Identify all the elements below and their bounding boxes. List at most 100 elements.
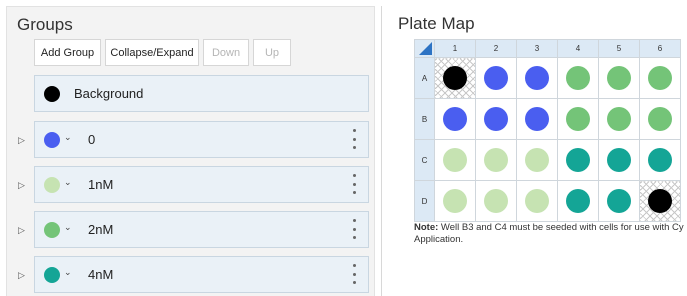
- row-header-D[interactable]: D: [414, 180, 435, 222]
- column-header-1[interactable]: 1: [434, 39, 476, 58]
- plate-map-title: Plate Map: [398, 14, 475, 33]
- group-label: 4nM: [88, 267, 114, 282]
- group-row[interactable]: ⌄ 2nM: [34, 211, 369, 248]
- well-dot: [484, 107, 508, 131]
- plate-note: Note: Well B3 and C4 must be seeded with…: [414, 222, 687, 246]
- column-header-4[interactable]: 4: [557, 39, 599, 58]
- well-dot: [525, 66, 549, 90]
- well-C3[interactable]: [516, 139, 558, 181]
- group-row[interactable]: ⌄ 0: [34, 121, 369, 158]
- well-B3[interactable]: [516, 98, 558, 140]
- chevron-down-icon[interactable]: ⌄: [64, 222, 74, 233]
- well-C2[interactable]: [475, 139, 517, 181]
- well-B4[interactable]: [557, 98, 599, 140]
- group-row[interactable]: ⌄ 1nM: [34, 166, 369, 203]
- well-dot: [525, 107, 549, 131]
- well-D4[interactable]: [557, 180, 599, 222]
- plate-map: 123456 ABCD: [414, 39, 687, 222]
- well-dot: [525, 189, 549, 213]
- up-button[interactable]: Up: [253, 39, 291, 66]
- well-dot: [648, 107, 672, 131]
- well-D1[interactable]: [434, 180, 476, 222]
- well-B6[interactable]: [639, 98, 681, 140]
- chevron-down-icon[interactable]: ⌄: [64, 177, 74, 188]
- column-header-5[interactable]: 5: [598, 39, 640, 58]
- select-all-icon: [419, 42, 432, 55]
- well-A4[interactable]: [557, 57, 599, 99]
- well-dot: [607, 148, 631, 172]
- well-dot: [648, 66, 672, 90]
- group-row[interactable]: ⌄ 4nM: [34, 256, 369, 293]
- plate-grid: 123456 ABCD: [414, 39, 681, 222]
- column-header-3[interactable]: 3: [516, 39, 558, 58]
- well-C1[interactable]: [434, 139, 476, 181]
- well-A6[interactable]: [639, 57, 681, 99]
- well-dot: [607, 107, 631, 131]
- well-dot: [607, 189, 631, 213]
- down-button[interactable]: Down: [203, 39, 249, 66]
- well-dot: [525, 148, 549, 172]
- well-C4[interactable]: [557, 139, 599, 181]
- note-label: Note:: [414, 222, 439, 233]
- chevron-down-icon[interactable]: ⌄: [64, 132, 74, 143]
- well-dot: [566, 189, 590, 213]
- well-dot: [443, 148, 467, 172]
- note-text-line2: Application.: [414, 234, 464, 245]
- well-A5[interactable]: [598, 57, 640, 99]
- row-header-C[interactable]: C: [414, 139, 435, 181]
- groups-panel: Groups Add Group Collapse/Expand Down Up…: [6, 6, 375, 296]
- group-color-dot[interactable]: [44, 85, 60, 102]
- expand-triangle-icon[interactable]: ▷: [18, 135, 25, 146]
- row-header-B[interactable]: B: [414, 98, 435, 140]
- group-row-background[interactable]: Background: [34, 75, 369, 112]
- select-all-corner[interactable]: [414, 39, 435, 58]
- well-A3[interactable]: [516, 57, 558, 99]
- well-dot: [607, 66, 631, 90]
- well-B2[interactable]: [475, 98, 517, 140]
- group-color-dot[interactable]: [44, 266, 60, 283]
- well-D5[interactable]: [598, 180, 640, 222]
- well-A2[interactable]: [475, 57, 517, 99]
- well-A1[interactable]: [434, 57, 476, 99]
- more-options-icon[interactable]: [352, 129, 356, 149]
- well-dot: [443, 189, 467, 213]
- row-header-A[interactable]: A: [414, 57, 435, 99]
- group-color-dot[interactable]: [44, 221, 60, 238]
- well-dot: [648, 148, 672, 172]
- well-C6[interactable]: [639, 139, 681, 181]
- well-D3[interactable]: [516, 180, 558, 222]
- column-header-2[interactable]: 2: [475, 39, 517, 58]
- well-D6[interactable]: [639, 180, 681, 222]
- well-dot: [443, 66, 467, 90]
- group-label: 1nM: [88, 177, 114, 192]
- group-label: 2nM: [88, 222, 114, 237]
- well-D2[interactable]: [475, 180, 517, 222]
- well-dot: [484, 148, 508, 172]
- add-group-button[interactable]: Add Group: [34, 39, 101, 66]
- expand-triangle-icon[interactable]: ▷: [18, 180, 25, 191]
- well-C5[interactable]: [598, 139, 640, 181]
- well-dot: [484, 189, 508, 213]
- well-dot: [443, 107, 467, 131]
- chevron-down-icon[interactable]: ⌄: [64, 267, 74, 278]
- group-color-dot[interactable]: [44, 131, 60, 148]
- expand-triangle-icon[interactable]: ▷: [18, 225, 25, 236]
- well-B1[interactable]: [434, 98, 476, 140]
- well-dot: [566, 66, 590, 90]
- groups-title: Groups: [17, 15, 73, 34]
- group-label: Background: [74, 86, 144, 101]
- group-label: 0: [88, 132, 96, 147]
- well-dot: [566, 107, 590, 131]
- more-options-icon[interactable]: [352, 264, 356, 284]
- more-options-icon[interactable]: [352, 174, 356, 194]
- panel-divider: [381, 6, 382, 296]
- more-options-icon[interactable]: [352, 219, 356, 239]
- well-dot: [648, 189, 672, 213]
- collapse-expand-button[interactable]: Collapse/Expand: [105, 39, 199, 66]
- expand-triangle-icon[interactable]: ▷: [18, 270, 25, 281]
- group-color-dot[interactable]: [44, 176, 60, 193]
- well-dot: [566, 148, 590, 172]
- well-B5[interactable]: [598, 98, 640, 140]
- note-text: Well B3 and C4 must be seeded with cells…: [438, 222, 684, 233]
- column-header-6[interactable]: 6: [639, 39, 681, 58]
